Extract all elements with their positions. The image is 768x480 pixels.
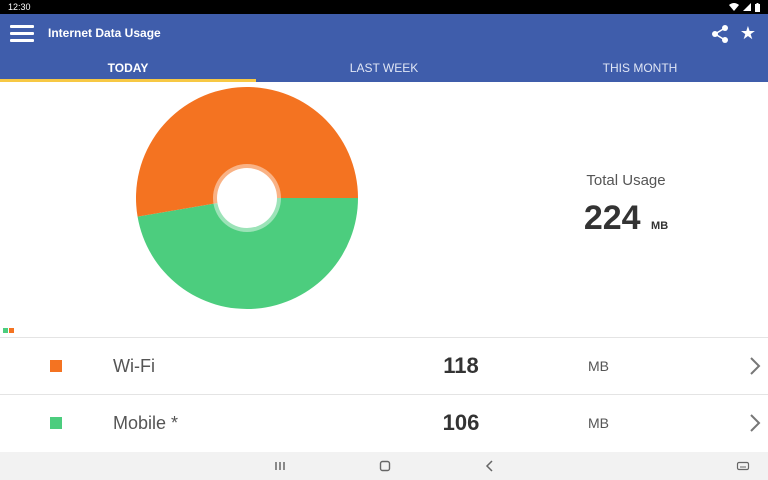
row-label: Wi-Fi	[113, 355, 155, 376]
mini-legend-wifi-swatch	[9, 328, 14, 333]
total-usage-value-wrap: 224 MB	[540, 199, 712, 238]
chevron-right-icon[interactable]	[748, 356, 762, 376]
row-label: Mobile *	[113, 412, 179, 433]
donut-hole	[217, 168, 277, 228]
tab-last-week[interactable]: LAST WEEK	[256, 56, 512, 82]
battery-status-icon	[755, 2, 760, 12]
usage-row-wifi[interactable]: Wi-Fi 118 MB	[0, 337, 768, 394]
usage-donut-chart	[135, 86, 358, 309]
total-usage-panel: Total Usage 224 MB	[540, 172, 712, 238]
app-bar: Internet Data Usage ★ TODAY LAST WEEK TH…	[0, 14, 768, 82]
home-icon[interactable]	[377, 458, 393, 474]
status-bar: 12:30	[0, 0, 768, 14]
row-unit: MB	[588, 358, 609, 374]
chart-mini-legend	[3, 328, 14, 333]
row-value: 106	[442, 410, 480, 435]
total-usage-unit: MB	[651, 220, 669, 232]
total-usage-label: Total Usage	[586, 172, 666, 189]
usage-row-mobile[interactable]: Mobile * 106 MB	[0, 394, 768, 451]
tab-today[interactable]: TODAY	[0, 56, 256, 82]
menu-icon[interactable]	[10, 25, 34, 43]
share-icon[interactable]	[710, 24, 730, 44]
row-unit: MB	[588, 415, 609, 431]
row-value: 118	[443, 353, 479, 378]
total-usage-value: 224	[583, 199, 641, 237]
keyboard-icon[interactable]	[735, 458, 751, 474]
back-icon[interactable]	[482, 458, 498, 474]
mini-legend-mobile-swatch	[3, 328, 8, 333]
mobile-color-swatch	[50, 417, 62, 429]
tab-bar: TODAY LAST WEEK THIS MONTH	[0, 56, 768, 82]
tab-this-month[interactable]: THIS MONTH	[512, 56, 768, 82]
star-icon[interactable]: ★	[738, 23, 758, 43]
wifi-color-swatch	[50, 360, 62, 372]
app-title: Internet Data Usage	[48, 26, 161, 40]
system-nav-bar	[0, 452, 768, 480]
signal-status-icon	[743, 3, 751, 11]
chevron-right-icon[interactable]	[748, 413, 762, 433]
wifi-status-icon	[729, 3, 739, 11]
status-icons	[729, 2, 760, 12]
status-time: 12:30	[8, 2, 31, 12]
recents-icon[interactable]	[272, 458, 288, 474]
